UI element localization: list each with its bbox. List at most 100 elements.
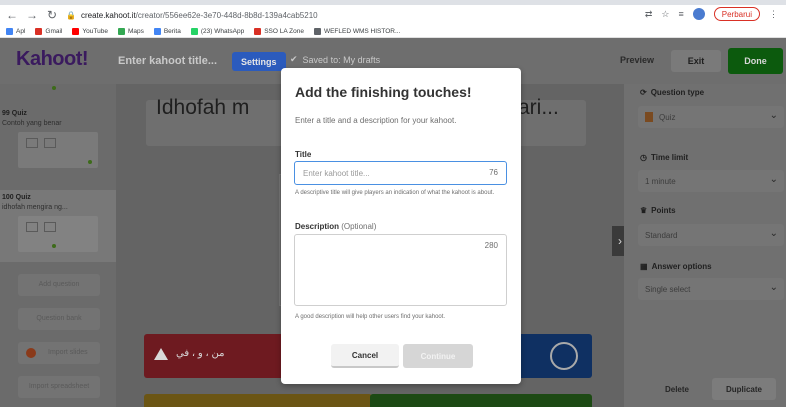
exit-button[interactable]: Exit	[671, 50, 721, 72]
url-path: /creator/556ee62e-3e70-448d-8b8d-139a4ca…	[135, 10, 318, 20]
bookmark-item[interactable]: WEFLED WMS HISTOR...	[313, 27, 401, 35]
thumb-media-icon	[44, 222, 56, 232]
checkmark-icon: ✔	[290, 54, 298, 64]
browser-toolbar: ← → ↻ 🔒 create.kahoot.it /creator/556ee6…	[0, 5, 786, 25]
time-limit-select[interactable]: 1 minute ⌄	[638, 170, 784, 192]
points-label: Points	[651, 206, 676, 215]
slide-card-100[interactable]: 100 Quiz idhofah mengira ng...	[0, 190, 116, 262]
profile-avatar[interactable]	[692, 8, 705, 20]
kahoot-logo[interactable]: Kahoot!	[16, 48, 89, 71]
reading-list-icon[interactable]: ≡	[678, 9, 683, 19]
duplicate-button[interactable]: Duplicate	[712, 378, 776, 400]
thumb-media-icon	[44, 138, 56, 148]
slide-number: 99 Quiz	[2, 110, 27, 117]
time-limit-heading: ◷ Time limit	[640, 153, 688, 162]
chevron-down-icon: ⌄	[769, 282, 778, 293]
quiz-icon	[645, 112, 653, 122]
import-slides-button[interactable]: Import slides	[18, 342, 100, 364]
question-type-select[interactable]: Quiz ⌄	[638, 106, 784, 128]
answer-yellow[interactable]	[144, 394, 372, 407]
points-select[interactable]: Standard ⌄	[638, 224, 784, 246]
answer-options-select[interactable]: Single select ⌄	[638, 278, 784, 300]
cancel-button[interactable]: Cancel	[331, 344, 399, 368]
bookmark-item[interactable]: (23) WhatsApp	[190, 27, 245, 35]
lock-icon: 🔒	[66, 10, 76, 20]
time-limit-value: 1 minute	[645, 176, 676, 186]
slide-title: idhofah mengira ng...	[2, 204, 68, 211]
bookmark-item[interactable]: Gmail	[35, 27, 62, 35]
bookmark-label: Apl	[16, 27, 26, 35]
triangle-icon	[154, 348, 168, 360]
description-textarea[interactable]: 280	[294, 234, 507, 306]
answer-options-label: Answer options	[651, 262, 712, 271]
import-slides-icon	[26, 348, 36, 358]
question-text-tail: ari...	[518, 96, 559, 119]
back-icon[interactable]: ←	[4, 7, 20, 23]
slide-card-99[interactable]: 99 Quiz Contoh yang benar	[0, 108, 116, 178]
bookmark-label: WEFLED WMS HISTOR...	[323, 27, 401, 35]
translate-icon[interactable]: ⇄	[645, 9, 653, 20]
correct-answer-toggle[interactable]	[550, 342, 578, 370]
reload-icon[interactable]: ↻	[44, 7, 60, 23]
settings-button[interactable]: Settings	[232, 52, 286, 71]
update-button[interactable]: Perbarui	[713, 7, 760, 21]
answer-green[interactable]	[370, 394, 592, 407]
bookmark-favicon-icon	[117, 27, 125, 35]
bookmark-favicon-icon	[6, 27, 13, 35]
title-hint: A descriptive title will give players an…	[295, 190, 495, 196]
description-label: Description	[295, 222, 340, 231]
bookmarks-bar: Apl Gmail YouTube Maps Berita (23) WhatsApp SS…	[0, 25, 786, 38]
slide-dot-icon	[52, 244, 56, 248]
chevron-down-icon: ⌄	[769, 110, 778, 121]
save-status-text: Saved to: My drafts	[302, 54, 381, 65]
slide-title: Contoh yang benar	[2, 120, 62, 127]
address-bar[interactable]: 🔒 create.kahoot.it /creator/556ee62e-3e7…	[66, 7, 626, 23]
slide-number: 100 Quiz	[2, 194, 31, 201]
bookmark-item[interactable]: SSO LA Zone	[254, 27, 304, 35]
bookmark-favicon-icon	[190, 27, 198, 35]
continue-button[interactable]: Continue	[403, 344, 473, 368]
bookmark-favicon-icon	[35, 27, 43, 35]
question-type-value: Quiz	[659, 112, 676, 122]
question-text: Idhofah m	[156, 96, 250, 119]
menu-kebab-icon[interactable]: ⋮	[769, 9, 778, 20]
description-optional: (Optional)	[341, 222, 377, 231]
clock-icon: ◷	[640, 153, 647, 162]
bookmark-label: (23) WhatsApp	[200, 27, 245, 35]
chevron-down-icon: ⌄	[769, 228, 778, 239]
save-status: ✔ Saved to: My drafts	[290, 54, 380, 65]
points-heading: ♛ Points	[640, 206, 676, 215]
title-char-count: 76	[489, 168, 498, 177]
import-slides-label: Import slides	[48, 349, 88, 356]
description-char-count: 280	[484, 241, 498, 250]
bookmark-label: Maps	[127, 27, 144, 35]
question-type-label: Question type	[650, 88, 705, 97]
slide-card-prev[interactable]	[0, 84, 116, 94]
title-input[interactable]: Enter kahoot title... 76	[294, 161, 507, 185]
slide-sidebar: 99 Quiz Contoh yang benar 100 Quiz idhof…	[0, 84, 116, 407]
chevron-down-icon: ⌄	[769, 174, 778, 185]
description-hint: A good description will help other users…	[295, 314, 446, 320]
delete-button[interactable]: Delete	[652, 378, 702, 400]
star-icon[interactable]: ☆	[661, 9, 669, 20]
time-limit-label: Time limit	[650, 153, 689, 162]
title-label: Title	[295, 150, 312, 159]
preview-button[interactable]: Preview	[620, 55, 654, 65]
add-question-button[interactable]: Add question	[18, 274, 100, 296]
bookmark-favicon-icon	[254, 27, 262, 35]
bookmark-item[interactable]: Apl	[6, 27, 26, 35]
bookmark-favicon-icon	[313, 27, 321, 35]
kahoot-title-input[interactable]: Enter kahoot title...	[110, 44, 228, 78]
bookmark-item[interactable]: YouTube	[72, 27, 108, 35]
done-button[interactable]: Done	[728, 48, 783, 74]
points-value: Standard	[645, 230, 678, 240]
bookmark-favicon-icon	[72, 27, 80, 35]
bookmark-item[interactable]: Berita	[153, 27, 181, 35]
import-spreadsheet-button[interactable]: Import spreadsheet	[18, 376, 100, 398]
question-bank-button[interactable]: Question bank	[18, 308, 100, 330]
dialog-subtitle: Enter a title and a description for your…	[295, 116, 457, 125]
bookmark-item[interactable]: Maps	[117, 27, 144, 35]
forward-icon[interactable]: →	[24, 7, 40, 23]
answer-options-value: Single select	[645, 284, 691, 294]
grid-icon: ▦	[640, 262, 648, 271]
